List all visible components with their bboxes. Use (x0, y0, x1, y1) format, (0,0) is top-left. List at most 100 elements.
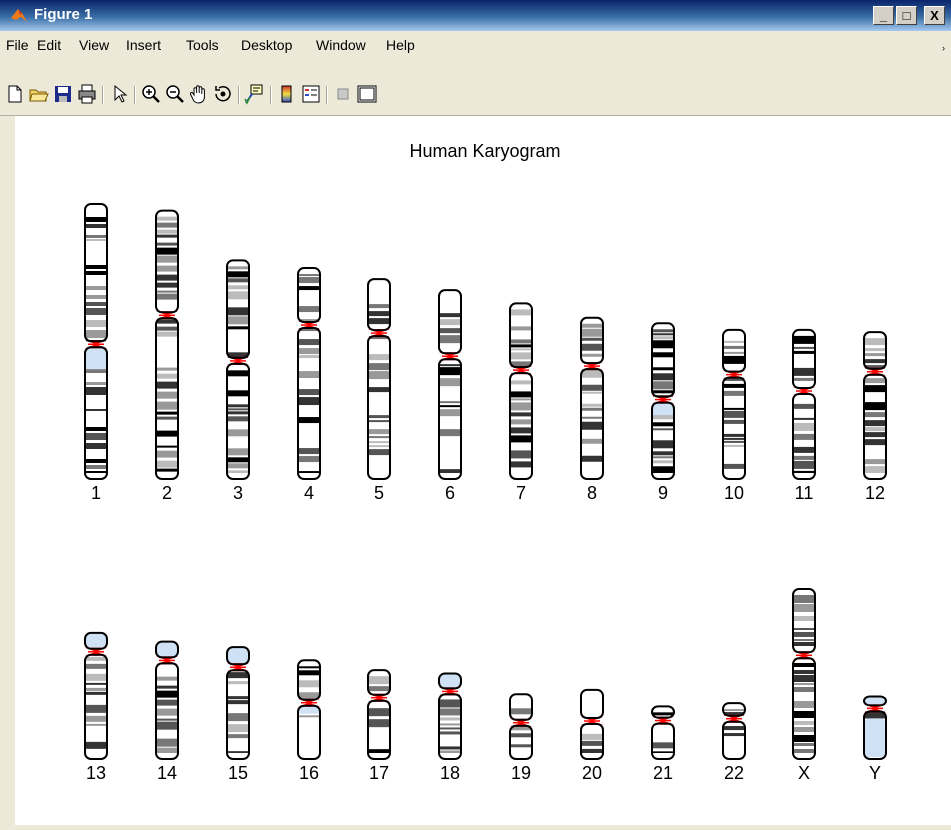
chromosome-band (511, 391, 531, 398)
hide-plot-tools-icon[interactable] (332, 83, 354, 105)
close-button[interactable]: X (924, 6, 945, 25)
chromosome-11: 11 (792, 328, 816, 503)
chromosome-band (865, 353, 885, 357)
chromosome-label: 2 (162, 483, 172, 503)
chromosome-band (86, 704, 106, 713)
chromosome-band (724, 437, 744, 440)
chromosome-band (157, 331, 177, 337)
print-figure-icon[interactable] (76, 83, 98, 105)
chromosome-band (157, 721, 177, 730)
open-file-icon[interactable] (28, 83, 50, 105)
insert-colorbar-icon[interactable] (276, 83, 298, 105)
chromosome-band (440, 746, 460, 750)
chromosome-band (369, 429, 389, 435)
chromosome-band (865, 420, 885, 427)
menu-insert[interactable]: Insert (126, 37, 161, 53)
show-plot-tools-icon[interactable] (356, 83, 378, 105)
chromosome-band (724, 433, 744, 437)
chromosome-band (157, 401, 177, 410)
chromosome-band (511, 450, 531, 459)
chromosome-band (794, 346, 814, 349)
chromosome-band (299, 286, 319, 291)
chromosome-band (299, 339, 319, 346)
toolbar-separator (238, 86, 240, 104)
chromosome-band (228, 326, 248, 330)
zoom-out-icon[interactable] (164, 83, 186, 105)
chromosome-label: 11 (795, 483, 814, 503)
chromosome-band (440, 731, 460, 735)
heterochromatin-region (653, 402, 673, 416)
chromosome-band (157, 255, 177, 263)
window-titlebar[interactable]: Figure 1 _ □ X (0, 0, 951, 31)
chromosome-band (86, 459, 106, 463)
chromosome-band (228, 266, 248, 270)
maximize-button[interactable]: □ (896, 6, 917, 25)
chromosome-band (794, 616, 814, 621)
menu-window[interactable]: Window (316, 37, 366, 53)
chromosome-band (865, 338, 885, 346)
menu-edit[interactable]: Edit (37, 37, 61, 53)
zoom-in-icon[interactable] (140, 83, 162, 105)
save-figure-icon[interactable] (52, 83, 74, 105)
chromosome-band (86, 320, 106, 327)
chromosome-band (511, 352, 531, 360)
chromosome-band (653, 340, 673, 349)
chromosome-band (724, 709, 744, 712)
chromosome-band (440, 727, 460, 730)
menu-file[interactable]: File (6, 37, 29, 53)
new-figure-icon[interactable] (4, 83, 26, 105)
chromosome-label: 16 (299, 763, 319, 783)
menu-help[interactable]: Help (386, 37, 415, 53)
chromosome-band (582, 740, 602, 746)
chromosome-band (582, 403, 602, 407)
rotate-3d-icon[interactable] (212, 83, 234, 105)
chromosome-band (794, 749, 814, 753)
chromosome-band (511, 402, 531, 411)
chromosome-label: 21 (653, 763, 673, 783)
chromosome-band (582, 328, 602, 337)
chromosome-band (299, 456, 319, 463)
chromosome-band (228, 470, 248, 473)
chromosome-band (440, 717, 460, 721)
menu-overflow-icon[interactable]: › (942, 43, 945, 53)
chromosome-band (440, 708, 460, 716)
chromosome-band (794, 417, 814, 420)
chromosome-band (157, 265, 177, 272)
chromosome-band (299, 389, 319, 396)
chromosome-band (865, 359, 885, 364)
chromosome-band (511, 461, 531, 468)
chromosome-label: 3 (233, 483, 243, 503)
data-cursor-icon[interactable] (244, 83, 266, 105)
chromosome-band (865, 459, 885, 465)
chromosome-band (794, 721, 814, 725)
chromosome-band (299, 715, 319, 718)
chromosome-band (794, 642, 814, 646)
chromosome-band (157, 468, 177, 472)
chromosome-band (369, 436, 389, 439)
edit-plot-arrow-icon[interactable] (108, 83, 130, 105)
insert-legend-icon[interactable] (300, 83, 322, 105)
chromosome-6: 6 (438, 289, 462, 503)
pan-hand-icon[interactable] (188, 83, 210, 105)
chromosome-band (865, 402, 885, 411)
chromosome-band (299, 448, 319, 455)
chromosome-band (582, 337, 602, 341)
chromosome-band (724, 407, 744, 410)
figure-canvas[interactable]: Human Karyogram 1 2 3 4 5 6 7 8 9 10 11 12 13 14 15 16 1… (15, 116, 951, 825)
chromosome-band (865, 412, 885, 418)
chromosome-band (794, 422, 814, 431)
chromosome-band (157, 290, 177, 293)
chromosome-band (228, 411, 248, 415)
karyogram-plot[interactable]: Human Karyogram 1 2 3 4 5 6 7 8 9 10 11 1213 14 15 16 1… (15, 116, 951, 825)
menu-desktop[interactable]: Desktop (241, 37, 292, 53)
chromosome-band (440, 367, 460, 376)
chromosome-band (369, 449, 389, 456)
toolbar-separator (270, 86, 272, 104)
menu-tools[interactable]: Tools (186, 37, 219, 53)
chromosome-label: 9 (658, 483, 668, 503)
chromosome-band (299, 355, 319, 359)
menu-view[interactable]: View (79, 37, 109, 53)
minimize-button[interactable]: _ (873, 6, 894, 25)
chromosome-band (369, 420, 389, 423)
chromosome-band (511, 733, 531, 738)
